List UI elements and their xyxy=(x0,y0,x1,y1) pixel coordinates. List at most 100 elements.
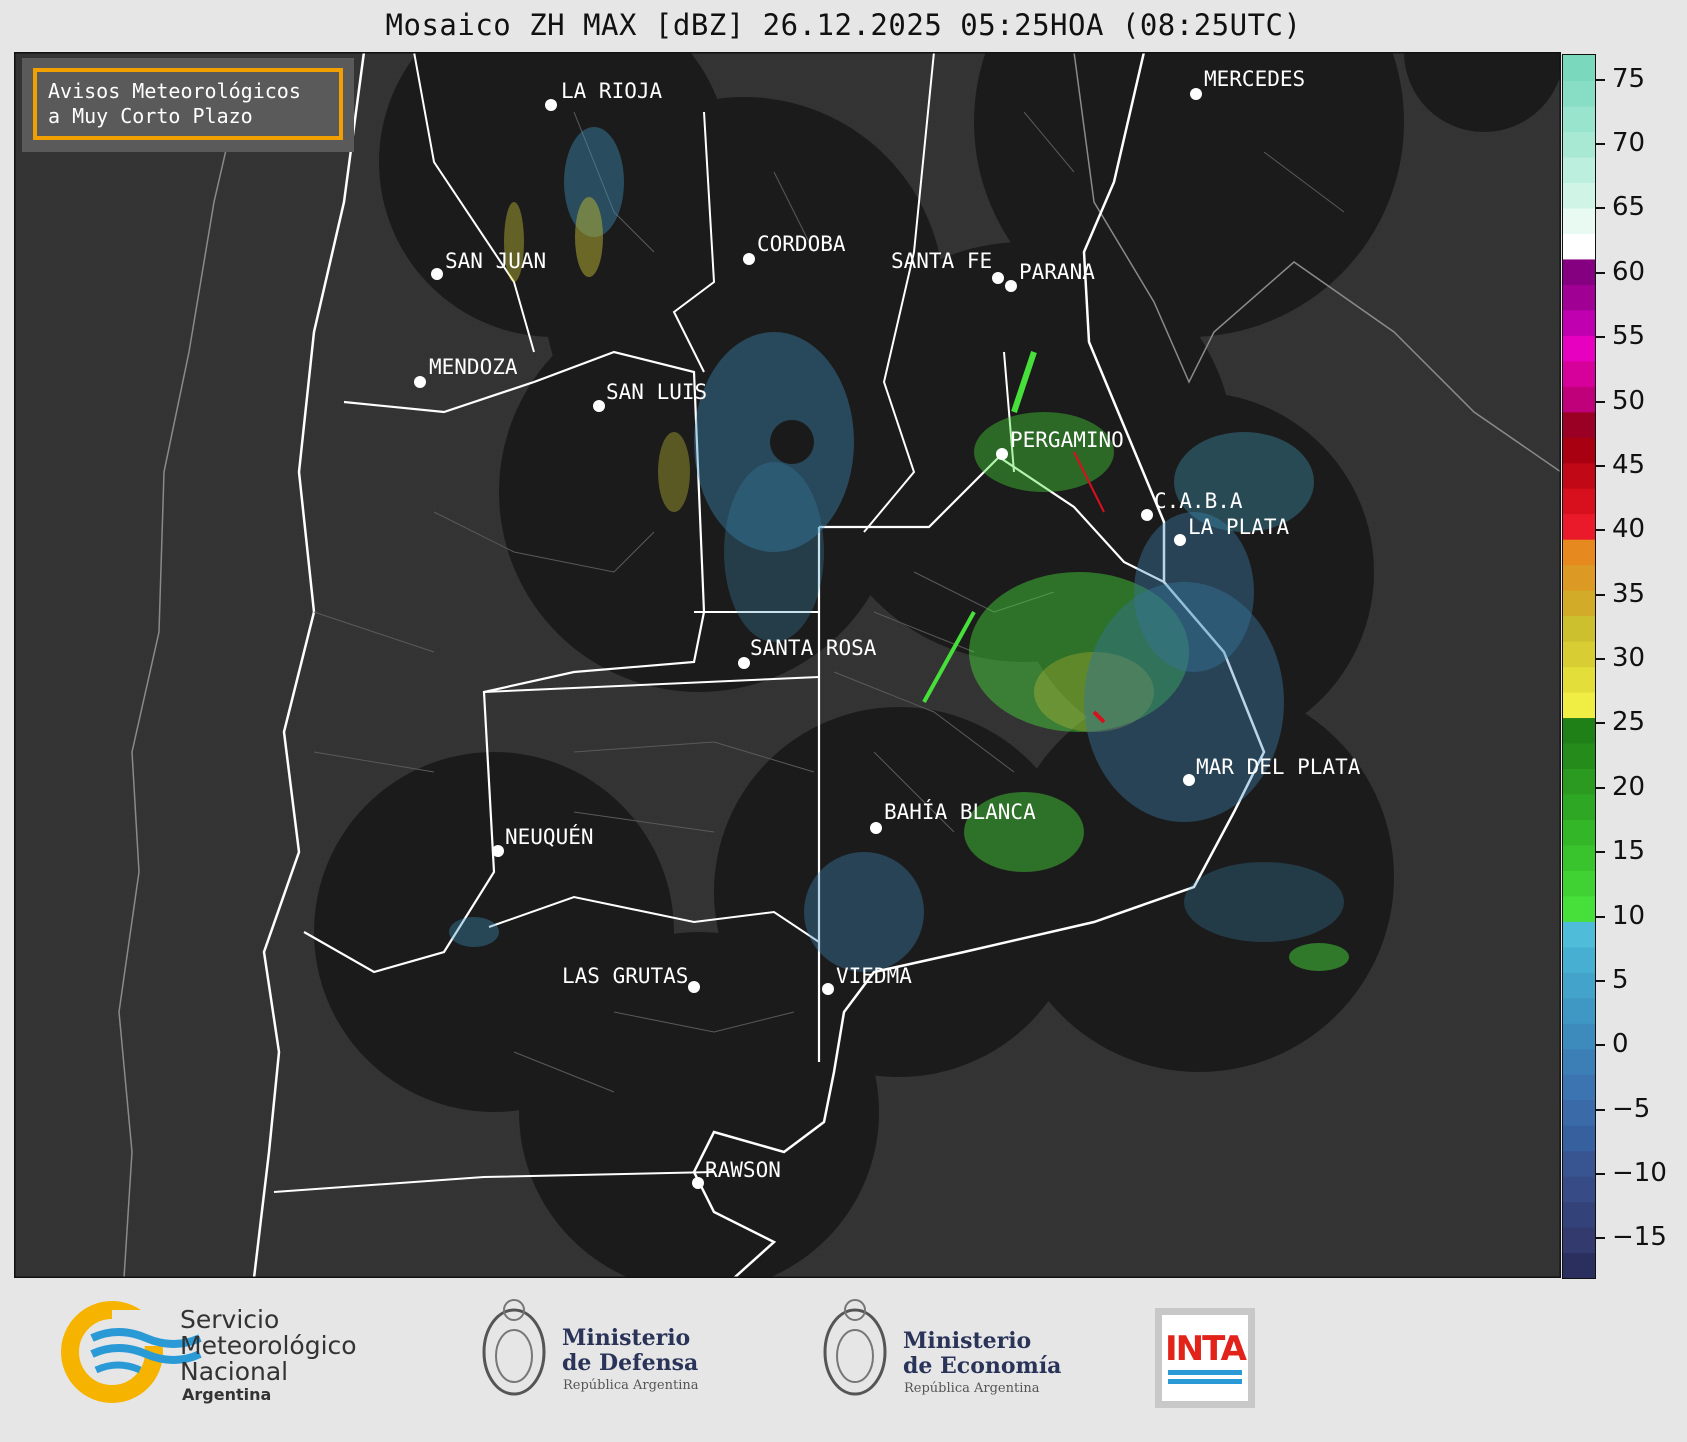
colorbar-tick-label: 65 xyxy=(1612,192,1646,223)
colorbar-tick-label: 0 xyxy=(1612,1029,1629,1060)
colorbar-band xyxy=(1563,590,1595,617)
colorbar-band xyxy=(1563,386,1595,413)
colorbar-tick-mark xyxy=(1595,78,1605,81)
logos-footer: Servicio Meteorológico Nacional Argentin… xyxy=(0,1280,1687,1438)
colorbar-band xyxy=(1563,462,1595,489)
economia-line-1: Ministerio xyxy=(903,1328,1031,1354)
colorbar-tick-label: 55 xyxy=(1612,321,1646,352)
colorbar-tick-mark xyxy=(1595,915,1605,918)
colorbar-band xyxy=(1563,488,1595,515)
colorbar-tick-mark xyxy=(1595,593,1605,596)
colorbar-band xyxy=(1563,1023,1595,1050)
colorbar-tick-label: −10 xyxy=(1612,1158,1667,1188)
city-label-san-juan: SAN JUAN xyxy=(445,249,546,273)
colorbar-band xyxy=(1563,895,1595,922)
colorbar-ticks: 75 70 65 60 55 50 45 40 35 30 25 20 15 10 5 0 −5 −10 −15 xyxy=(1592,54,1687,1278)
city-label-las-grutas: LAS GRUTAS xyxy=(562,964,688,988)
colorbar-band xyxy=(1563,233,1595,260)
colorbar-tick-mark xyxy=(1595,336,1605,339)
colorbar-band xyxy=(1563,641,1595,668)
colorbar-tick-label: 35 xyxy=(1612,578,1646,609)
city-label-caba: C.A.B.A xyxy=(1154,489,1243,513)
colorbar-tick-mark xyxy=(1595,979,1605,982)
colorbar-tick-mark xyxy=(1595,143,1605,146)
colorbar-band xyxy=(1563,921,1595,948)
colorbar-tick-mark xyxy=(1595,1173,1605,1175)
colorbar-band xyxy=(1563,539,1595,566)
colorbar-tick-mark xyxy=(1595,658,1605,661)
colorbar-tick-label: 20 xyxy=(1612,771,1646,802)
colorbar-band xyxy=(1563,309,1595,336)
smn-line-3: Nacional xyxy=(180,1357,288,1386)
colorbar-tick-mark xyxy=(1595,271,1605,274)
badge-line-1: Avisos Meteorológicos xyxy=(48,79,301,103)
city-label-parana: PARANA xyxy=(1019,260,1095,284)
colorbar-tick-label: −15 xyxy=(1612,1222,1667,1253)
defensa-line-2: de Defensa xyxy=(562,1350,698,1376)
colorbar-band xyxy=(1563,946,1595,973)
colorbar-tick-label: 75 xyxy=(1612,63,1646,94)
colorbar-tick-label: 60 xyxy=(1612,256,1646,287)
colorbar-band xyxy=(1563,80,1595,107)
colorbar-band xyxy=(1563,335,1595,362)
economia-line-3: República Argentina xyxy=(904,1381,1040,1396)
city-label-viedma: VIEDMA xyxy=(836,964,912,988)
colorbar-tick-label: 30 xyxy=(1612,643,1646,674)
colorbar-tick-label: 10 xyxy=(1612,900,1646,931)
ministerio-economia-logo: Ministerio de Economía República Argenti… xyxy=(823,1299,1061,1396)
colorbar-band xyxy=(1563,793,1595,820)
defensa-line-3: República Argentina xyxy=(563,1378,699,1393)
colorbar-tick-mark xyxy=(1595,722,1605,725)
city-label-mar-del-plata: MAR DEL PLATA xyxy=(1196,755,1361,779)
colorbar-tick-label: 25 xyxy=(1612,707,1646,738)
colorbar-band xyxy=(1563,1227,1595,1254)
city-label-bahia-blanca: BAHÍA BLANCA xyxy=(884,799,1036,824)
colorbar-tick-label: 5 xyxy=(1612,964,1629,995)
colorbar-band xyxy=(1563,156,1595,183)
smn-line-4: Argentina xyxy=(182,1385,271,1404)
colorbar-band xyxy=(1563,1176,1595,1203)
colorbar-band xyxy=(1563,360,1595,387)
colorbar-band xyxy=(1563,742,1595,770)
city-label-santa-fe: SANTA FE xyxy=(891,249,992,273)
colorbar-band xyxy=(1563,691,1595,719)
colorbar-band xyxy=(1563,105,1595,133)
city-label-mendoza: MENDOZA xyxy=(429,355,518,379)
city-label-pergamino: PERGAMINO xyxy=(1010,428,1124,452)
badge-line-2: a Muy Corto Plazo xyxy=(48,104,253,128)
colorbar-band xyxy=(1563,1074,1595,1101)
city-label-santa-rosa: SANTA ROSA xyxy=(750,636,877,660)
colorbar-tick-mark xyxy=(1595,1044,1605,1047)
colorbar-band xyxy=(1563,182,1595,209)
colorbar-band xyxy=(1563,870,1595,897)
colorbar-band xyxy=(1563,1125,1595,1152)
city-label-neuquen: NEUQUÉN xyxy=(505,824,594,849)
economia-line-2: de Economía xyxy=(903,1353,1061,1379)
ministerio-defensa-logo: Ministerio de Defensa República Argentin… xyxy=(482,1299,699,1396)
city-label-san-luis: SAN LUIS xyxy=(606,380,707,404)
colorbar-band xyxy=(1563,1201,1595,1228)
smn-line-1: Servicio xyxy=(180,1305,279,1334)
avisos-badge: Avisos Meteorológicos a Muy Corto Plazo xyxy=(22,58,354,152)
colorbar-tick-label: 50 xyxy=(1612,385,1646,416)
colorbar-band xyxy=(1563,284,1595,311)
inta-logo: INTA xyxy=(1155,1308,1255,1408)
colorbar-tick-mark xyxy=(1595,400,1605,403)
city-label-la-rioja: LA RIOJA xyxy=(561,79,663,103)
colorbar-band xyxy=(1563,972,1595,999)
colorbar-band xyxy=(1563,513,1595,540)
colorbar-tick-mark xyxy=(1595,851,1605,854)
colorbar xyxy=(1562,54,1596,1279)
colorbar-band xyxy=(1563,666,1595,693)
colorbar-band xyxy=(1563,1150,1595,1177)
colorbar-tick-label: 70 xyxy=(1612,128,1646,159)
colorbar-tick-mark xyxy=(1595,529,1605,532)
city-label-la-plata: LA PLATA xyxy=(1188,515,1290,539)
colorbar-band xyxy=(1563,411,1595,438)
colorbar-tick-label: 40 xyxy=(1612,514,1646,545)
map-title: Mosaico ZH MAX [dBZ] 26.12.2025 05:25HOA… xyxy=(385,8,1302,42)
inta-text: INTA xyxy=(1165,1329,1248,1369)
colorbar-band xyxy=(1563,844,1595,871)
city-label-cordoba: CORDOBA xyxy=(757,232,846,256)
colorbar-tick-mark xyxy=(1595,1108,1605,1111)
